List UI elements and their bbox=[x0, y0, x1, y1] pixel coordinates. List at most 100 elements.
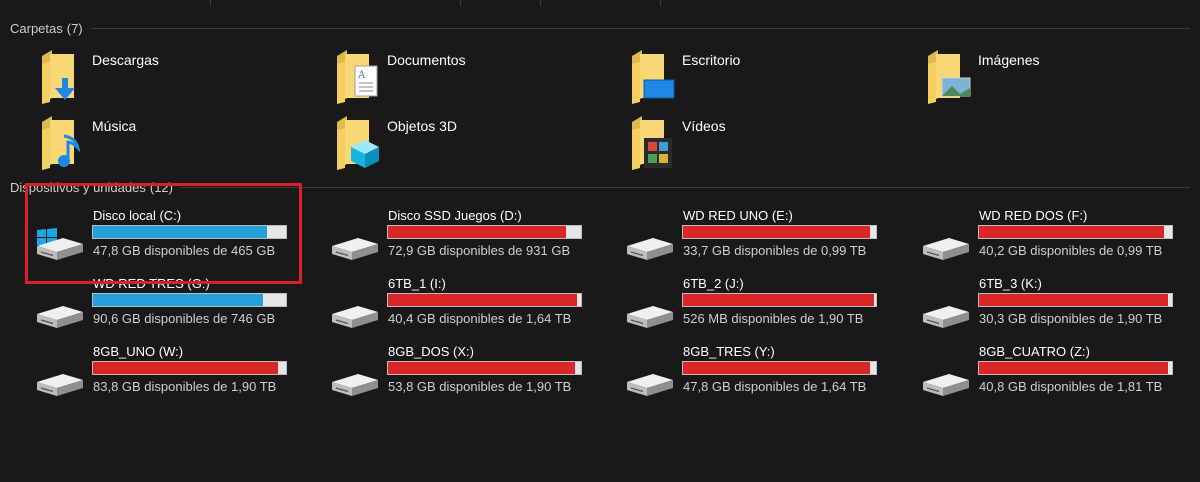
drive-usage-bar bbox=[682, 361, 877, 375]
drive-free-space: 40,4 GB disponibles de 1,64 TB bbox=[388, 311, 572, 326]
folders-group-count: (7) bbox=[66, 21, 83, 36]
drive-name: 8GB_DOS (X:) bbox=[388, 344, 474, 359]
drive-item[interactable]: 8GB_DOS (X:) 53,8 GB disponibles de 1,90 … bbox=[328, 344, 608, 406]
folder-documents-icon: A bbox=[335, 50, 383, 104]
folder-music-icon bbox=[40, 116, 88, 170]
folder-item[interactable]: Música bbox=[10, 116, 290, 176]
drive-item[interactable]: 8GB_TRES (Y:) 47,8 GB disponibles de 1,64… bbox=[623, 344, 903, 406]
drive-usage-fill bbox=[683, 226, 871, 238]
hard-drive-icon bbox=[328, 226, 380, 264]
hard-drive-icon bbox=[328, 362, 380, 400]
drive-usage-bar bbox=[92, 225, 287, 239]
drive-item[interactable]: WD RED TRES (G:) 90,6 GB disponibles de 7… bbox=[33, 276, 313, 338]
folder-desktop-icon bbox=[630, 50, 678, 104]
drive-name: 8GB_CUATRO (Z:) bbox=[979, 344, 1090, 359]
hard-drive-icon bbox=[328, 294, 380, 332]
drive-item[interactable]: 8GB_UNO (W:) 83,8 GB disponibles de 1,90 … bbox=[33, 344, 313, 406]
drive-usage-bar bbox=[92, 361, 287, 375]
column-header-size[interactable] bbox=[540, 0, 661, 6]
folder-name: Vídeos bbox=[682, 118, 726, 134]
drive-free-space: 33,7 GB disponibles de 0,99 TB bbox=[683, 243, 867, 258]
folder-downloads-icon bbox=[40, 50, 88, 104]
drive-item[interactable]: WD RED UNO (E:) 33,7 GB disponibles de 0,… bbox=[623, 208, 903, 270]
drive-name: WD RED UNO (E:) bbox=[683, 208, 793, 223]
drive-name: 6TB_1 (I:) bbox=[388, 276, 446, 291]
folder-videos-icon bbox=[630, 116, 678, 170]
drive-name: Disco SSD Juegos (D:) bbox=[388, 208, 522, 223]
drive-usage-fill bbox=[979, 294, 1169, 306]
folder-item[interactable]: Escritorio bbox=[600, 50, 880, 110]
folder-name: Música bbox=[92, 118, 137, 134]
hard-drive-icon bbox=[33, 294, 85, 332]
drive-usage-fill bbox=[388, 294, 578, 306]
folder-item[interactable]: Imágenes bbox=[896, 50, 1176, 110]
drive-free-space: 47,8 GB disponibles de 465 GB bbox=[93, 243, 276, 258]
drive-free-space: 40,8 GB disponibles de 1,81 TB bbox=[979, 379, 1163, 394]
drive-usage-bar bbox=[387, 225, 582, 239]
column-header-name[interactable] bbox=[0, 0, 211, 6]
folder-item[interactable]: Descargas bbox=[10, 50, 290, 110]
drive-item[interactable]: 8GB_CUATRO (Z:) 40,8 GB disponibles de 1,… bbox=[919, 344, 1199, 406]
drive-item[interactable]: 6TB_2 (J:) 526 MB disponibles de 1,90 TB bbox=[623, 276, 903, 338]
folder-name: Imágenes bbox=[978, 52, 1040, 68]
column-header-date[interactable] bbox=[210, 0, 461, 6]
drive-usage-fill bbox=[93, 226, 267, 238]
drive-free-space: 72,9 GB disponibles de 931 GB bbox=[388, 243, 571, 258]
drive-usage-fill bbox=[979, 362, 1169, 374]
drive-usage-fill bbox=[683, 362, 871, 374]
folder-name: Objetos 3D bbox=[387, 118, 458, 134]
hard-drive-icon bbox=[33, 362, 85, 400]
folders-group-header[interactable]: Carpetas (7) bbox=[10, 21, 1190, 36]
hard-drive-icon bbox=[919, 294, 971, 332]
group-divider bbox=[90, 28, 1190, 29]
drive-usage-bar bbox=[92, 293, 287, 307]
drive-item[interactable]: Disco local (C:) 47,8 GB disponibles de 4… bbox=[33, 208, 313, 270]
drive-name: WD RED DOS (F:) bbox=[979, 208, 1088, 223]
folder-name: Escritorio bbox=[682, 52, 741, 68]
drive-item[interactable]: Disco SSD Juegos (D:) 72,9 GB disponibles… bbox=[328, 208, 608, 270]
drive-usage-bar bbox=[978, 225, 1173, 239]
drive-item[interactable]: 6TB_1 (I:) 40,4 GB disponibles de 1,64 TB bbox=[328, 276, 608, 338]
drive-name: 6TB_2 (J:) bbox=[683, 276, 744, 291]
hard-drive-icon bbox=[623, 362, 675, 400]
drive-item[interactable]: WD RED DOS (F:) 40,2 GB disponibles de 0,… bbox=[919, 208, 1199, 270]
hard-drive-icon bbox=[623, 294, 675, 332]
drives-group-header[interactable]: Dispositivos y unidades (12) bbox=[10, 180, 1190, 195]
drive-free-space: 40,2 GB disponibles de 0,99 TB bbox=[979, 243, 1163, 258]
group-divider bbox=[180, 187, 1190, 188]
drive-free-space: 90,6 GB disponibles de 746 GB bbox=[93, 311, 276, 326]
drive-name: 8GB_UNO (W:) bbox=[93, 344, 184, 359]
drive-name: Disco local (C:) bbox=[93, 208, 182, 223]
drives-group-count: (12) bbox=[149, 180, 173, 195]
drive-free-space: 53,8 GB disponibles de 1,90 TB bbox=[388, 379, 572, 394]
drive-name: WD RED TRES (G:) bbox=[93, 276, 210, 291]
drive-usage-bar bbox=[682, 293, 877, 307]
hard-drive-icon bbox=[623, 226, 675, 264]
drive-usage-fill bbox=[388, 362, 576, 374]
drive-usage-bar bbox=[387, 293, 582, 307]
folder-item[interactable]: Vídeos bbox=[600, 116, 880, 176]
drive-item[interactable]: 6TB_3 (K:) 30,3 GB disponibles de 1,90 TB bbox=[919, 276, 1199, 338]
column-header-type[interactable] bbox=[460, 0, 541, 6]
drive-usage-bar bbox=[387, 361, 582, 375]
hard-drive-icon bbox=[919, 362, 971, 400]
drive-free-space: 30,3 GB disponibles de 1,90 TB bbox=[979, 311, 1163, 326]
drive-name: 8GB_TRES (Y:) bbox=[683, 344, 775, 359]
svg-text:A: A bbox=[357, 70, 366, 81]
drive-usage-fill bbox=[388, 226, 566, 238]
folder-pictures-icon bbox=[926, 50, 974, 104]
drive-usage-bar bbox=[978, 361, 1173, 375]
folder-item[interactable]: Objetos 3D bbox=[305, 116, 585, 176]
folder-name: Descargas bbox=[92, 52, 159, 68]
drive-usage-bar bbox=[682, 225, 877, 239]
drive-usage-fill bbox=[683, 294, 875, 306]
drive-usage-fill bbox=[93, 294, 263, 306]
drive-name: 6TB_3 (K:) bbox=[979, 276, 1042, 291]
drive-free-space: 526 MB disponibles de 1,90 TB bbox=[683, 311, 864, 326]
folder-name: Documentos bbox=[387, 52, 466, 68]
folder-item[interactable]: A Documentos bbox=[305, 50, 585, 110]
drive-usage-fill bbox=[979, 226, 1165, 238]
drive-usage-bar bbox=[978, 293, 1173, 307]
drive-usage-fill bbox=[93, 362, 279, 374]
drive-free-space: 83,8 GB disponibles de 1,90 TB bbox=[93, 379, 277, 394]
